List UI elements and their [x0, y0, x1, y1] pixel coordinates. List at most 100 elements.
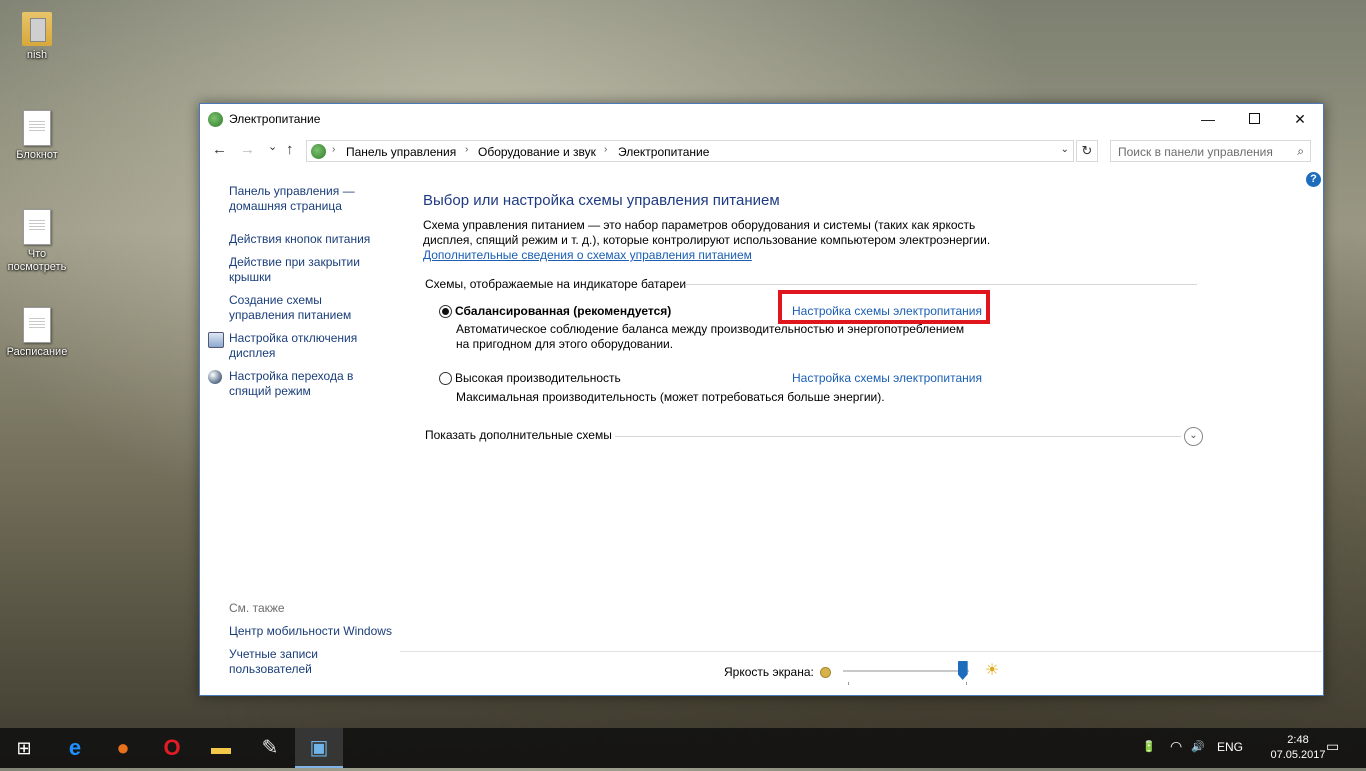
windows-logo-icon: ⊞: [16, 738, 32, 758]
high-performance-plan-name[interactable]: Высокая производительность: [455, 371, 621, 385]
see-also-user-accounts-link[interactable]: Учетные записи пользователей: [229, 647, 339, 677]
breadcrumb-control-panel[interactable]: Панель управления: [346, 145, 456, 159]
balanced-plan-radio[interactable]: [439, 305, 452, 318]
show-additional-plans-label[interactable]: Показать дополнительные схемы: [425, 428, 612, 442]
group-divider: [685, 284, 1197, 285]
text-document-icon: [23, 307, 51, 343]
sidebar-link-create-plan[interactable]: Создание схемы управления питанием: [229, 293, 389, 323]
brightness-low-icon: [820, 667, 831, 678]
more-info-link[interactable]: Дополнительные сведения о схемах управле…: [423, 248, 752, 262]
moon-icon: [208, 370, 222, 384]
text-document-icon: [23, 209, 51, 245]
brightness-slider-thumb[interactable]: [957, 661, 968, 680]
see-also-heading: См. также: [229, 601, 285, 615]
sidebar-link-lid-close[interactable]: Действие при закрытии крышки: [229, 255, 369, 285]
desktop-icon-label: Расписание: [6, 346, 68, 358]
notifications-icon[interactable]: ▭: [1326, 738, 1339, 755]
slider-tick: [848, 682, 849, 685]
high-performance-plan-radio[interactable]: [439, 372, 452, 385]
refresh-icon: ↻: [1081, 143, 1093, 158]
display-icon: [208, 332, 224, 348]
volume-icon[interactable]: 🔊: [1191, 740, 1205, 753]
breadcrumb-separator: ›: [604, 144, 608, 155]
address-dropdown-icon[interactable]: ⌄: [1061, 144, 1069, 155]
taskbar-firefox[interactable]: ●: [99, 728, 147, 768]
firefox-icon: ●: [116, 735, 130, 760]
forward-button[interactable]: →: [240, 141, 255, 158]
address-bar[interactable]: › Панель управления › Оборудование и зву…: [306, 140, 1074, 162]
search-icon[interactable]: ⌕: [1297, 144, 1304, 159]
text-document-icon: [23, 110, 51, 146]
up-button[interactable]: ↑: [286, 141, 294, 158]
sidebar-link-label: Настройка перехода в спящий режим: [229, 369, 354, 398]
taskbar: ⊞ e ● O ▬ ✎ ▣ 🔋 ◠ 🔊 ENG 2:48 07.05.2017 …: [0, 728, 1366, 768]
edge-icon: e: [68, 735, 82, 760]
footer-divider: [400, 651, 1322, 652]
balanced-plan-description: Автоматическое соблюдение баланса между …: [456, 322, 965, 336]
maximize-button[interactable]: [1231, 104, 1277, 134]
taskbar-control-panel[interactable]: ▣: [295, 728, 343, 768]
sidebar-link-display-off[interactable]: Настройка отключения дисплея: [208, 331, 389, 361]
search-box[interactable]: Поиск в панели управления ⌕: [1110, 140, 1311, 162]
slider-tick: [966, 682, 967, 685]
title-bar[interactable]: Электропитание — ✕: [200, 104, 1323, 134]
control-panel-home-link[interactable]: Панель управления — домашняя страница: [229, 184, 389, 214]
brightness-label: Яркость экрана:: [724, 665, 814, 679]
taskbar-edge[interactable]: e: [51, 728, 99, 768]
breadcrumb-separator: ›: [332, 144, 336, 155]
show-more-divider: [615, 436, 1181, 437]
power-options-icon: [208, 112, 223, 127]
desktop-icon-what-to-watch[interactable]: Что посмотреть: [2, 209, 72, 274]
expand-plans-button[interactable]: ⌄: [1184, 427, 1203, 446]
desktop-icon-label: nish: [26, 49, 48, 61]
plans-group-title: Схемы, отображаемые на индикаторе батаре…: [425, 277, 687, 291]
close-icon: ✕: [1294, 111, 1306, 127]
minimize-icon: —: [1201, 111, 1215, 127]
page-description: Схема управления питанием — это набор па…: [423, 218, 991, 247]
breadcrumb-separator: ›: [465, 144, 469, 155]
desktop-icon-label: Блокнот: [16, 149, 58, 161]
control-panel-icon: [311, 144, 326, 159]
balanced-plan-name[interactable]: Сбалансированная (рекомендуется): [455, 304, 671, 318]
clock-date: 07.05.2017: [1270, 749, 1326, 761]
brightness-high-icon: ☀: [984, 662, 1000, 679]
refresh-button[interactable]: ↻: [1076, 140, 1098, 162]
clock[interactable]: 2:48 07.05.2017: [1264, 733, 1332, 763]
sidebar-link-label: Настройка отключения дисплея: [229, 331, 358, 360]
breadcrumb-hardware-and-sound[interactable]: Оборудование и звук: [478, 145, 596, 159]
wifi-icon[interactable]: ◠: [1170, 738, 1182, 755]
taskbar-opera[interactable]: O: [148, 728, 196, 768]
back-button[interactable]: ←: [212, 141, 227, 158]
desktop-icon-nish[interactable]: nish: [2, 12, 72, 62]
desktop-icon-schedule[interactable]: Расписание: [2, 307, 72, 359]
minimize-button[interactable]: —: [1185, 104, 1231, 134]
page-title: Выбор или настройка схемы управления пит…: [423, 192, 780, 209]
maximize-icon: [1248, 113, 1260, 124]
start-button[interactable]: ⊞: [0, 728, 48, 768]
close-button[interactable]: ✕: [1277, 104, 1323, 134]
taskbar-file-explorer[interactable]: ▬: [197, 728, 245, 768]
breadcrumb-power-options[interactable]: Электропитание: [618, 145, 709, 159]
sidebar-link-power-buttons[interactable]: Действия кнопок питания: [229, 232, 389, 247]
highlight-box: [778, 290, 990, 324]
brightness-slider-track[interactable]: [843, 670, 969, 672]
clock-time: 2:48: [1287, 734, 1309, 746]
navigation-bar: ← → ⌄ ↑ › Панель управления › Оборудован…: [200, 138, 1323, 164]
help-button[interactable]: ?: [1306, 172, 1321, 187]
control-panel-icon: ▣: [309, 737, 329, 759]
input-language[interactable]: ENG: [1217, 740, 1243, 754]
sidebar-link-sleep[interactable]: Настройка перехода в спящий режим: [208, 369, 389, 399]
chevron-down-icon: ⌄: [1189, 430, 1198, 441]
search-input[interactable]: Поиск в панели управления: [1118, 145, 1273, 159]
see-also-mobility-center-link[interactable]: Центр мобильности Windows: [229, 624, 409, 639]
recent-locations-button[interactable]: ⌄: [268, 140, 277, 153]
high-performance-plan-description: Максимальная производительность (может п…: [456, 390, 885, 404]
window-title: Электропитание: [229, 112, 321, 126]
opera-icon: O: [163, 735, 181, 760]
taskbar-paint[interactable]: ✎: [246, 728, 294, 768]
battery-icon[interactable]: 🔋: [1142, 740, 1156, 753]
desktop-icon-label: Что посмотреть: [7, 248, 67, 273]
balanced-plan-description-cont: на пригодном для этого оборудовании.: [456, 337, 674, 351]
high-performance-plan-settings-link[interactable]: Настройка схемы электропитания: [792, 371, 982, 385]
desktop-icon-notepad[interactable]: Блокнот: [2, 110, 72, 162]
